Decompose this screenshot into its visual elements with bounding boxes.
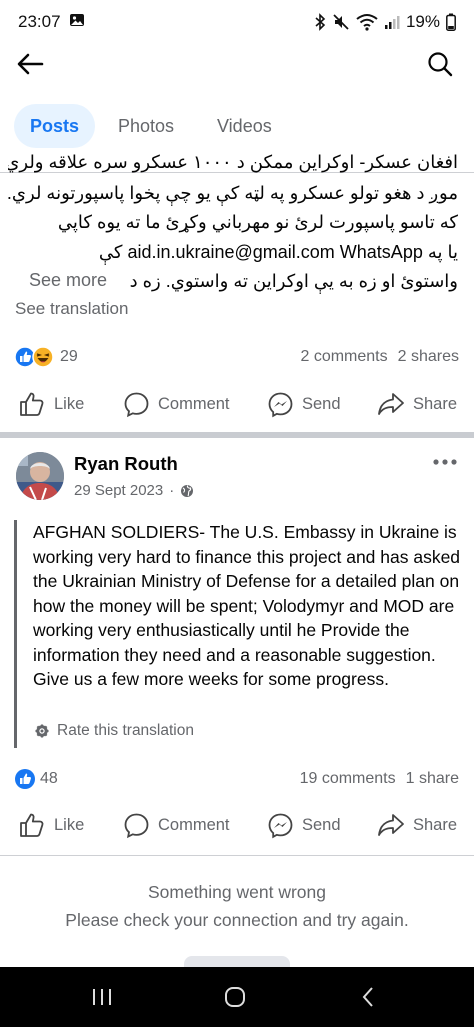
rate-translation-label: Rate this translation <box>57 722 194 739</box>
reactions-summary[interactable]: 48 19 comments 1 share <box>0 768 474 792</box>
battery-icon <box>446 13 456 31</box>
share-label: Share <box>413 394 458 413</box>
translated-post-body: AFGHAN SOLDIERS- The U.S. Embassy in Ukr… <box>14 520 464 748</box>
gallery-notification-icon <box>69 12 85 33</box>
gear-icon <box>35 724 49 738</box>
messenger-icon <box>268 392 293 417</box>
post-divider <box>0 432 474 438</box>
recent-apps-icon <box>93 989 111 1005</box>
globe-icon <box>181 484 194 497</box>
top-bar <box>0 44 474 84</box>
search-icon <box>428 52 453 77</box>
back-nav-button[interactable] <box>348 981 388 1013</box>
share-arrow-icon <box>378 814 404 836</box>
bluetooth-icon <box>314 13 326 31</box>
messenger-icon <box>268 813 293 838</box>
reactions-summary[interactable]: 29 2 comments 2 shares <box>0 346 474 370</box>
rate-translation-link[interactable]: Rate this translation <box>35 722 194 740</box>
send-button[interactable]: Send <box>267 805 341 845</box>
thumbs-up-icon <box>20 813 44 837</box>
comment-label: Comment <box>158 394 230 413</box>
like-reaction-icon <box>14 768 36 795</box>
wifi-icon <box>356 13 378 31</box>
reaction-count: 48 <box>40 770 58 787</box>
share-button[interactable]: Share <box>377 384 457 424</box>
post-meta: 29 Sept 2023 · <box>74 482 194 499</box>
recent-apps-button[interactable] <box>82 981 122 1013</box>
post-text-line: که تاسو پاسپورت لرئ نو مهرباني وکړئ ما ت… <box>57 212 458 232</box>
comment-label: Comment <box>158 815 230 834</box>
post-text-line: یا په aid.in.ukraine@gmail.com WhatsApp … <box>98 242 458 262</box>
tab-posts[interactable]: Posts <box>14 104 96 148</box>
chevron-left-icon <box>362 987 373 1007</box>
mute-icon <box>332 13 350 31</box>
post-header: Ryan Routh 29 Sept 2023 · <box>0 442 474 512</box>
author-name[interactable]: Ryan Routh <box>74 453 178 475</box>
status-bar: 23:07 19% <box>0 0 474 44</box>
home-icon <box>225 987 245 1007</box>
search-button[interactable] <box>424 48 456 80</box>
post-actions: Like Comment Send Share <box>0 384 474 424</box>
comment-button[interactable]: Comment <box>123 805 230 845</box>
error-title: Something went wrong <box>147 882 327 902</box>
back-button[interactable] <box>14 48 46 80</box>
share-label: Share <box>413 815 458 834</box>
see-translation-link[interactable]: See translation <box>15 299 128 319</box>
meta-separator: · <box>169 482 175 499</box>
haha-reaction-icon <box>32 346 54 373</box>
see-more-link[interactable]: See more <box>29 270 107 291</box>
tab-photos[interactable]: Photos <box>118 104 174 148</box>
post-text: AFGHAN SOLDIERS- The U.S. Embassy in Ukr… <box>33 522 461 689</box>
post-actions: Like Comment Send Share <box>0 805 474 845</box>
share-button[interactable]: Share <box>377 805 457 845</box>
share-arrow-icon <box>378 393 404 415</box>
error-message-panel: Something went wrong Please check your c… <box>0 855 474 970</box>
post-text-line: موږ د هغو تولو عسکرو په لټه کې یو چې پخو… <box>8 183 458 203</box>
post-text-line: افغان عسکر- اوکراین ممکن د ۱۰۰۰ عسکرو سر… <box>8 152 458 172</box>
comments-count[interactable]: 2 comments <box>300 348 387 366</box>
like-label: Like <box>54 815 85 834</box>
send-button[interactable]: Send <box>267 384 341 424</box>
comment-button[interactable]: Comment <box>123 384 230 424</box>
system-navigation-bar <box>0 967 474 1027</box>
reaction-count: 29 <box>60 348 78 365</box>
comment-bubble-icon <box>124 813 149 838</box>
comments-count[interactable]: 19 comments <box>300 770 396 788</box>
shares-count[interactable]: 1 share <box>406 770 459 788</box>
battery-level: 19% <box>405 12 440 31</box>
send-label: Send <box>302 394 341 413</box>
tab-videos[interactable]: Videos <box>217 104 272 148</box>
post-date[interactable]: 29 Sept 2023 <box>74 482 163 499</box>
thumbs-up-icon <box>20 392 44 416</box>
more-dots-icon <box>433 459 457 465</box>
post-text-line: واستوئ او زه به یې اوکراین ته واستوي. زه… <box>128 271 458 291</box>
home-button[interactable] <box>215 981 255 1013</box>
like-button[interactable]: Like <box>18 384 84 424</box>
post-options-button[interactable] <box>430 450 460 474</box>
status-time: 23:07 <box>18 12 61 31</box>
comment-bubble-icon <box>124 392 149 417</box>
like-button[interactable]: Like <box>18 805 84 845</box>
like-label: Like <box>54 394 85 413</box>
send-label: Send <box>302 815 341 834</box>
arrow-left-icon <box>17 53 44 75</box>
shares-count[interactable]: 2 shares <box>398 348 459 366</box>
error-message: Please check your connection and try aga… <box>65 910 409 930</box>
author-avatar[interactable] <box>16 452 64 500</box>
signal-icon <box>384 14 400 30</box>
